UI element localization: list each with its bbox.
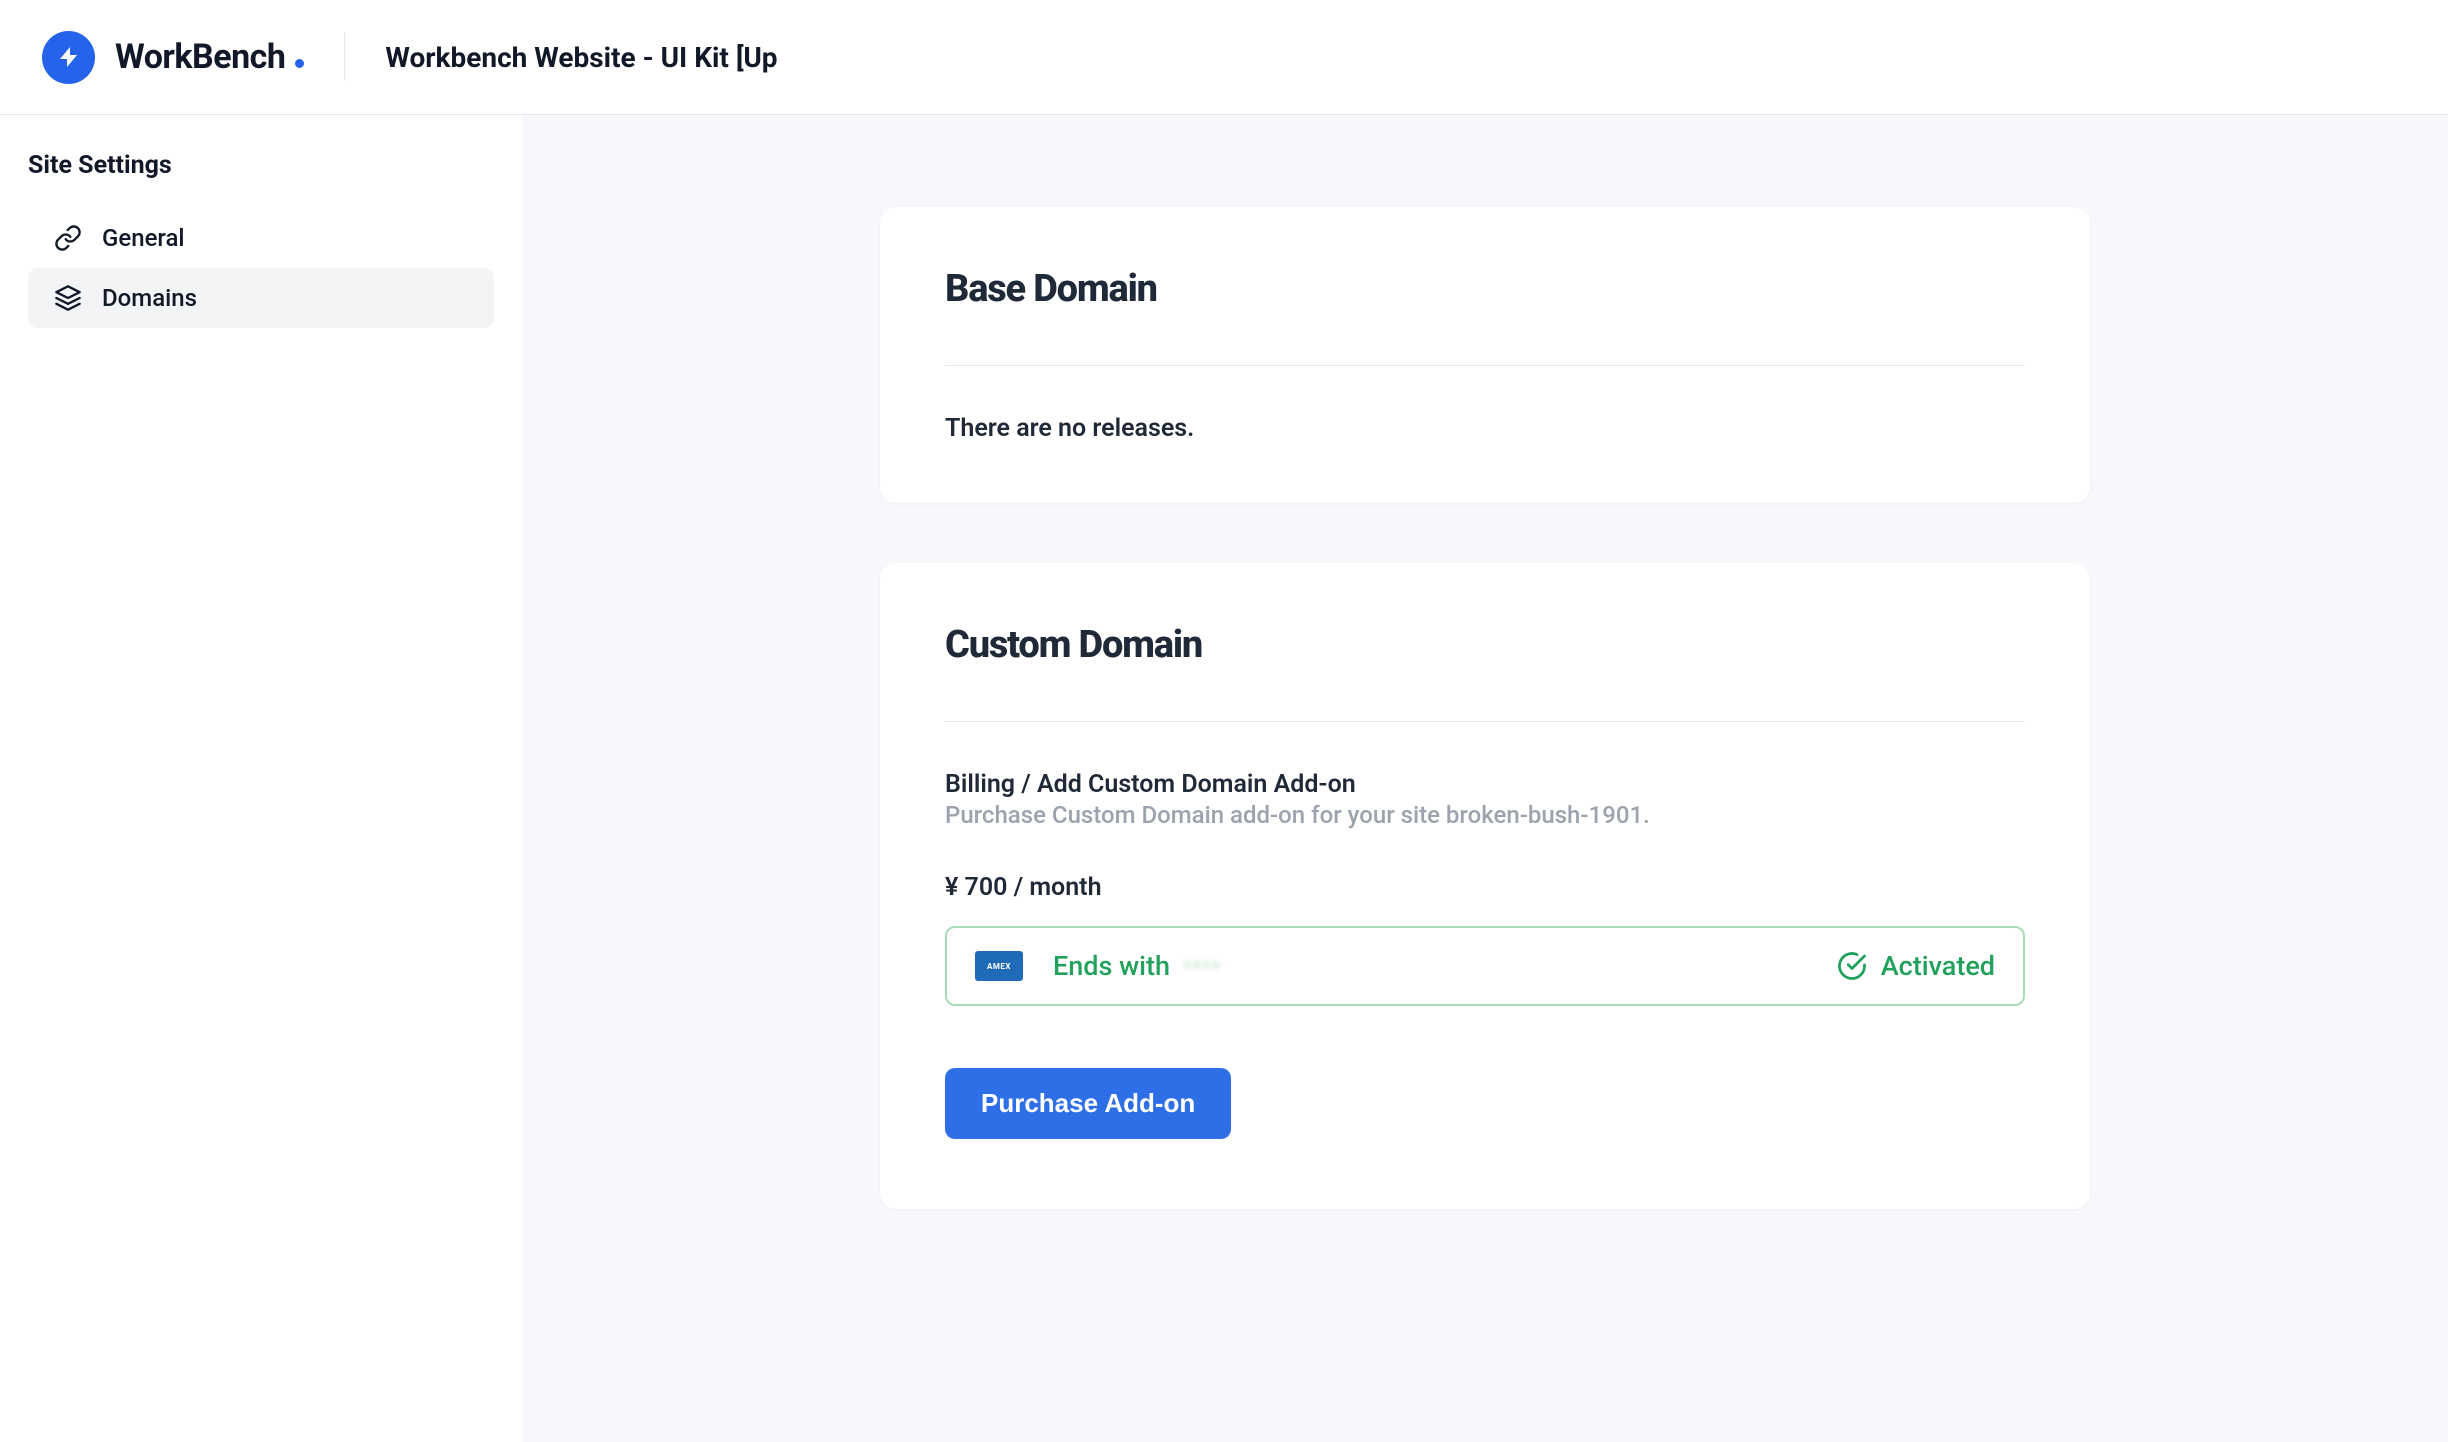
- app-header: WorkBench Workbench Website - UI Kit [Up: [0, 0, 2448, 115]
- brand-dot-icon: [295, 59, 304, 68]
- main-content: Base Domain There are no releases. Custo…: [522, 115, 2448, 1442]
- sidebar-item-general[interactable]: General: [28, 208, 494, 268]
- base-domain-body: There are no releases.: [945, 414, 2025, 443]
- billing-title: Billing / Add Custom Domain Add-on: [945, 770, 2025, 799]
- payment-method-box[interactable]: AMEX Ends with •••• Activated: [945, 926, 2025, 1006]
- link-icon: [54, 224, 82, 252]
- page-title: Workbench Website - UI Kit [Up: [385, 41, 777, 74]
- billing-subtitle: Purchase Custom Domain add-on for your s…: [945, 801, 2025, 829]
- sidebar: Site Settings General Domains: [0, 115, 522, 1442]
- card-divider: [945, 365, 2025, 366]
- header-divider: [344, 33, 345, 81]
- purchase-addon-button[interactable]: Purchase Add-on: [945, 1068, 1231, 1139]
- sidebar-item-label: Domains: [102, 284, 197, 312]
- payment-status: Activated: [1837, 950, 1995, 982]
- brand-logo-icon: [42, 31, 95, 84]
- custom-domain-title: Custom Domain: [945, 623, 2025, 667]
- layers-icon: [54, 284, 82, 312]
- brand-logo-group[interactable]: WorkBench: [42, 31, 304, 84]
- bolt-icon: [57, 45, 81, 69]
- custom-domain-card: Custom Domain Billing / Add Custom Domai…: [880, 563, 2090, 1209]
- base-domain-title: Base Domain: [945, 267, 2025, 311]
- sidebar-item-label: General: [102, 224, 185, 252]
- brand-name: WorkBench: [115, 37, 304, 77]
- price-label: ¥ 700 / month: [945, 873, 2025, 902]
- check-circle-icon: [1837, 951, 1867, 981]
- base-domain-card: Base Domain There are no releases.: [880, 207, 2090, 503]
- sidebar-item-domains[interactable]: Domains: [28, 268, 494, 328]
- payment-ends-with: Ends with ••••: [1053, 950, 1221, 982]
- card-brand-icon: AMEX: [975, 951, 1023, 981]
- payment-masked-digits: ••••: [1183, 950, 1221, 982]
- card-divider: [945, 721, 2025, 722]
- sidebar-heading: Site Settings: [28, 151, 494, 180]
